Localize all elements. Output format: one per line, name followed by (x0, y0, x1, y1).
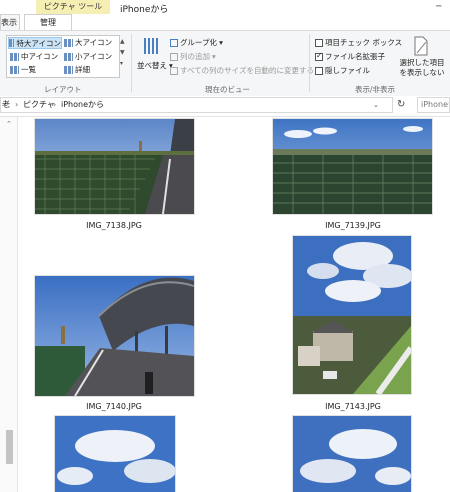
extra-large-icons-icon (9, 39, 15, 47)
group-divider (309, 34, 310, 92)
group-by-button[interactable]: グループ化 ▾ (170, 37, 223, 48)
thumbnail-partial[interactable] (55, 416, 175, 492)
group-divider (131, 34, 132, 92)
details-icon (64, 65, 73, 74)
layout-details[interactable]: 詳細 (64, 64, 90, 75)
layout-small-icons[interactable]: 小アイコン (64, 51, 112, 62)
address-bar[interactable]: 老 › ピクチャ › iPhoneから ⌄ (0, 97, 393, 113)
address-dropdown-icon[interactable]: ⌄ (373, 98, 379, 112)
large-icons-icon (64, 38, 73, 47)
breadcrumb-folder[interactable]: iPhoneから (61, 98, 104, 112)
chevron-down-icon: ▾ (212, 52, 216, 61)
file-name-label: IMG_7140.JPG (86, 402, 142, 411)
show-hide-group-label: 表示/非表示 (355, 85, 396, 94)
scroll-up-arrow-icon[interactable]: ⌃ (6, 120, 12, 128)
list-icon (10, 65, 19, 74)
add-column-icon (170, 52, 178, 61)
thumbnail-img-7140[interactable] (35, 276, 194, 396)
item-checkbox-toggle[interactable]: 項目チェック ボックス (315, 37, 402, 48)
file-name-label: IMG_7139.JPG (325, 221, 381, 230)
file-name-label: IMG_7143.JPG (325, 402, 381, 411)
tab-view[interactable]: 表示 (0, 14, 20, 31)
thumbnail-partial[interactable] (293, 416, 411, 492)
thumbnail-img-7143[interactable] (293, 236, 411, 394)
thumbnail-img-7139[interactable] (273, 119, 432, 214)
checkbox-checked (315, 51, 323, 61)
current-view-group-label: 現在のビュー (205, 85, 250, 94)
add-column-button[interactable]: 列の追加 ▾ (170, 51, 216, 62)
thumbnail-img-7138[interactable] (35, 119, 194, 214)
breadcrumb-root[interactable]: 老 (2, 98, 10, 112)
file-name-label: IMG_7138.JPG (86, 221, 142, 230)
minimize-icon[interactable]: ─ (436, 2, 448, 12)
checkbox-unchecked (315, 66, 323, 75)
layout-extra-large-icons[interactable]: 特大アイコン (8, 37, 62, 49)
hide-selected-icon (413, 36, 429, 56)
breadcrumb-pictures[interactable]: ピクチャ (23, 98, 55, 112)
sort-icon (143, 36, 161, 56)
tab-manage[interactable]: 管理 (24, 14, 72, 31)
layout-scroll-arrows-icon[interactable]: ▲ ▼ ▾ (120, 36, 125, 69)
refresh-icon[interactable]: ↻ (397, 99, 405, 110)
window-title: iPhoneから (120, 5, 169, 15)
small-icons-icon (64, 52, 73, 61)
picture-tools-context-tab: ピクチャ ツール (36, 0, 110, 14)
sort-button[interactable]: 並べ替え ▾ (137, 60, 173, 71)
search-input[interactable]: iPhoneか (417, 97, 450, 113)
checkbox-unchecked (315, 38, 323, 47)
fit-columns-button[interactable]: すべての列のサイズを自動的に変更する (170, 65, 314, 76)
layout-large-icons[interactable]: 大アイコン (64, 37, 112, 48)
hide-selected-button[interactable]: 選択した項目を表示しない (397, 58, 447, 78)
layout-list[interactable]: 一覧 (10, 64, 36, 75)
chevron-right-icon: › (53, 100, 57, 109)
fit-columns-icon (170, 66, 178, 75)
layout-group-label: レイアウト (44, 85, 82, 94)
file-extensions-toggle[interactable]: ファイル名拡張子 (315, 51, 385, 62)
hidden-files-toggle[interactable]: 隠しファイル (315, 65, 370, 76)
navigation-pane-scrollbar[interactable] (6, 430, 13, 464)
layout-medium-icons[interactable]: 中アイコン (10, 51, 58, 62)
chevron-right-icon: › (15, 100, 19, 109)
chevron-down-icon: ▾ (219, 38, 223, 47)
group-by-icon (170, 38, 178, 47)
medium-icons-icon (10, 52, 19, 61)
